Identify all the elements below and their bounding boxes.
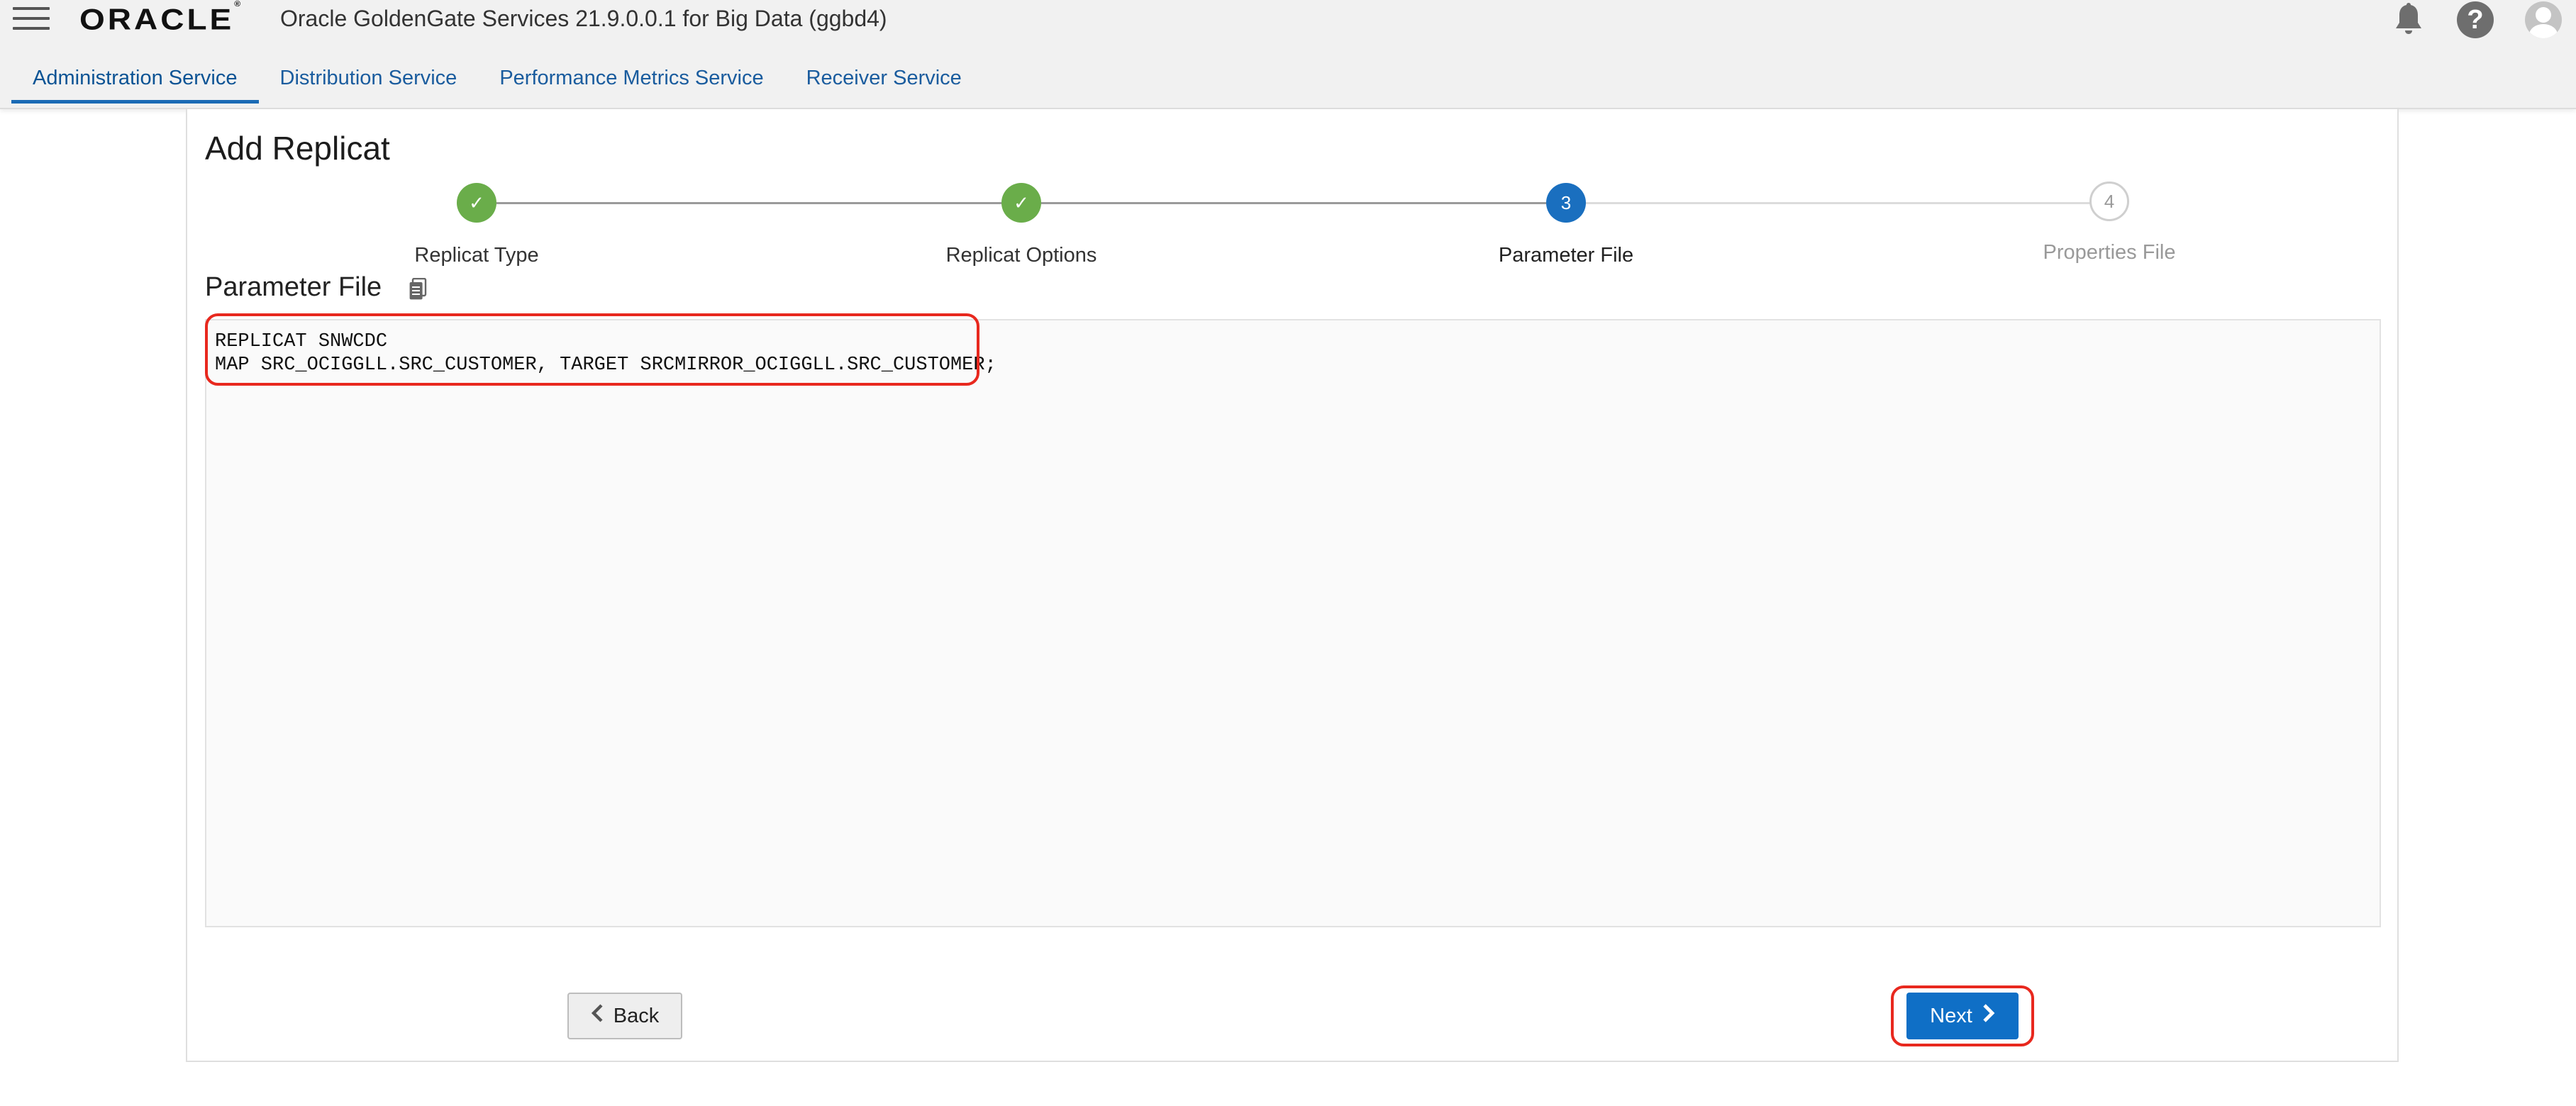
service-tabs: Administration Service Distribution Serv…: [11, 64, 983, 104]
code-highlight-annotation: [205, 313, 979, 386]
page-title: Add Replicat: [205, 130, 390, 167]
app-header: ORACLE® Oracle GoldenGate Services 21.9.…: [0, 0, 2576, 109]
step-4-label: Properties File: [2043, 241, 2176, 264]
step-connector: [496, 202, 1001, 204]
step-3-label: Parameter File: [1498, 244, 1634, 267]
step-connector: [1586, 202, 2091, 204]
step-2-label: Replicat Options: [945, 244, 1097, 267]
app-title: Oracle GoldenGate Services 21.9.0.0.1 fo…: [280, 6, 887, 31]
step-2-marker: ✓: [1001, 183, 1041, 223]
copy-icon[interactable]: [409, 277, 427, 301]
back-button[interactable]: Back: [567, 993, 682, 1039]
bell-icon[interactable]: [2392, 1, 2426, 38]
tab-administration-service[interactable]: Administration Service: [11, 64, 259, 104]
tab-receiver-service[interactable]: Receiver Service: [785, 64, 983, 104]
step-4-marker: 4: [2089, 181, 2129, 221]
user-avatar-icon[interactable]: [2525, 1, 2562, 38]
parameter-file-editor[interactable]: REPLICAT SNWCDC MAP SRC_OCIGGLL.SRC_CUSTO…: [205, 319, 2381, 927]
header-actions: ?: [2392, 1, 2562, 38]
step-connector: [1041, 202, 1546, 204]
next-highlight-annotation: [1891, 985, 2034, 1046]
chevron-left-icon: [591, 1003, 604, 1029]
logo-text: ORACLE: [79, 2, 235, 36]
tab-performance-metrics-service[interactable]: Performance Metrics Service: [478, 64, 784, 104]
oracle-logo: ORACLE®: [79, 0, 241, 37]
tab-distribution-service[interactable]: Distribution Service: [259, 64, 479, 104]
logo-mark: ®: [234, 0, 241, 9]
parameter-file-title: Parameter File: [205, 272, 382, 302]
back-button-label: Back: [613, 1004, 660, 1027]
step-3-marker: 3: [1546, 183, 1586, 223]
step-1-marker: ✓: [457, 183, 496, 223]
hamburger-menu-icon[interactable]: [13, 7, 50, 33]
help-icon[interactable]: ?: [2457, 1, 2494, 38]
step-1-label: Replicat Type: [414, 244, 539, 267]
